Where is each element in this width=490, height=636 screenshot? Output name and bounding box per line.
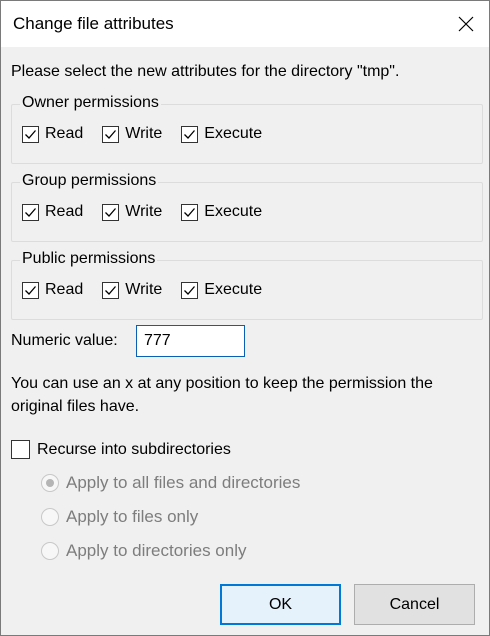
radio-button[interactable] xyxy=(41,542,59,560)
checkbox-label: Read xyxy=(45,281,84,298)
checkbox-label: Execute xyxy=(204,281,263,298)
checkbox-box[interactable] xyxy=(181,125,199,143)
owner-write-checkbox[interactable]: Write xyxy=(102,125,162,143)
group-read-checkbox[interactable]: Read xyxy=(22,203,83,221)
dialog-content: Please select the new attributes for the… xyxy=(1,47,489,572)
radio-label: Apply to all files and directories xyxy=(66,473,301,492)
checkbox-label: Write xyxy=(125,281,163,298)
checkbox-box[interactable] xyxy=(22,125,39,143)
checkmark-icon xyxy=(25,285,36,295)
radio-button[interactable] xyxy=(41,474,59,492)
public-read-checkbox[interactable]: Read xyxy=(22,281,83,299)
owner-permissions-group: Owner permissions Read Write Execute xyxy=(11,94,483,164)
close-icon xyxy=(458,16,474,32)
checkbox-label: Read xyxy=(45,203,84,220)
public-permissions-group: Public permissions Read Write Execute xyxy=(11,250,483,320)
checkmark-icon xyxy=(25,129,36,139)
radio-button[interactable] xyxy=(41,508,59,526)
checkbox-box[interactable] xyxy=(102,281,120,299)
checkbox-box[interactable] xyxy=(11,440,30,459)
group-legend: Public permissions xyxy=(20,250,158,268)
checkbox-box[interactable] xyxy=(102,125,120,143)
checkmark-icon xyxy=(184,285,196,295)
radio-apply-files[interactable]: Apply to files only xyxy=(41,507,198,527)
checkbox-label: Write xyxy=(125,203,163,220)
dialog-title: Change file attributes xyxy=(13,14,174,33)
radio-label: Apply to directories only xyxy=(66,541,247,560)
checkmark-icon xyxy=(184,129,196,139)
radio-apply-all[interactable]: Apply to all files and directories xyxy=(41,473,300,493)
group-legend: Group permissions xyxy=(20,172,159,190)
group-permissions-group: Group permissions Read Write Execute xyxy=(11,172,483,242)
checkbox-box[interactable] xyxy=(102,203,120,221)
ok-button[interactable]: OK xyxy=(220,584,341,625)
checkbox-label: Execute xyxy=(204,203,263,220)
checkbox-label: Read xyxy=(45,125,84,142)
public-write-checkbox[interactable]: Write xyxy=(102,281,162,299)
checkbox-label: Write xyxy=(125,125,163,142)
group-legend: Owner permissions xyxy=(20,94,161,112)
checkmark-icon xyxy=(105,207,117,217)
radio-apply-directories[interactable]: Apply to directories only xyxy=(41,541,246,561)
checkbox-box[interactable] xyxy=(22,281,39,299)
checkmark-icon xyxy=(25,207,36,217)
hint-text: You can use an x at any position to keep… xyxy=(11,375,433,415)
radio-label: Apply to files only xyxy=(66,507,199,526)
public-execute-checkbox[interactable]: Execute xyxy=(181,281,262,299)
group-execute-checkbox[interactable]: Execute xyxy=(181,203,262,221)
checkmark-icon xyxy=(105,129,117,139)
owner-read-checkbox[interactable]: Read xyxy=(22,125,83,143)
owner-execute-checkbox[interactable]: Execute xyxy=(181,125,262,143)
numeric-value-input[interactable] xyxy=(136,325,245,357)
close-button[interactable] xyxy=(443,1,489,47)
group-write-checkbox[interactable]: Write xyxy=(102,203,162,221)
dialog-footer: OK Cancel xyxy=(1,571,489,635)
checkbox-box[interactable] xyxy=(181,203,199,221)
checkbox-box[interactable] xyxy=(181,281,199,299)
dialog-window: Change file attributes Please select the… xyxy=(0,0,490,636)
checkbox-box[interactable] xyxy=(22,203,39,221)
checkbox-label: Recurse into subdirectories xyxy=(37,440,231,458)
title-bar[interactable]: Change file attributes xyxy=(1,1,489,47)
recurse-checkbox[interactable]: Recurse into subdirectories xyxy=(11,440,231,459)
cancel-button[interactable]: Cancel xyxy=(354,584,475,625)
checkbox-label: Execute xyxy=(204,125,263,142)
instruction-text: Please select the new attributes for the… xyxy=(11,63,400,80)
numeric-value-label: Numeric value: xyxy=(11,332,118,349)
checkmark-icon xyxy=(105,285,117,295)
checkmark-icon xyxy=(184,207,196,217)
